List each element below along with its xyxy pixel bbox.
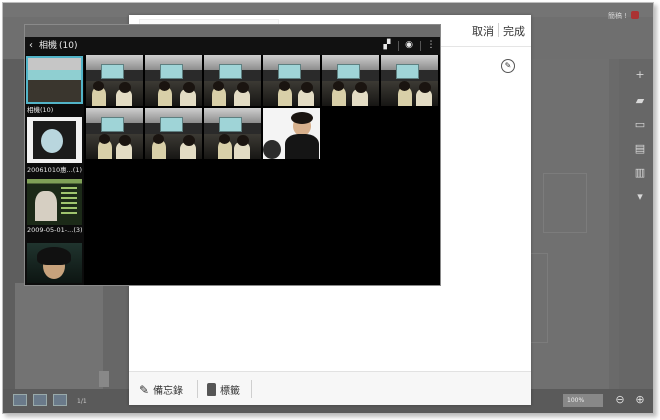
album-title: 相機 xyxy=(39,41,58,51)
background-scroll-arrow[interactable] xyxy=(99,371,109,387)
camera-icon[interactable]: ◉ xyxy=(403,40,415,51)
pencil-icon: ✎ xyxy=(139,382,150,397)
page-indicator: 1/1 xyxy=(77,398,87,405)
footer-divider xyxy=(197,380,198,398)
album-thumbnail xyxy=(27,117,82,163)
background-doc-box xyxy=(528,253,548,343)
album-label: 2009-05-01-...(3) xyxy=(27,226,82,234)
background-doc-box xyxy=(543,173,587,233)
more-options-icon[interactable]: ⋮ xyxy=(425,40,437,51)
photo-thumbnail[interactable] xyxy=(86,108,143,159)
photo-thumbnail[interactable] xyxy=(145,55,202,106)
background-scrollbar[interactable] xyxy=(609,59,619,389)
comment-icon[interactable]: ▾ xyxy=(633,191,647,203)
album-thumbnail xyxy=(27,179,82,225)
album-count: (10) xyxy=(59,41,78,51)
zoom-out-icon[interactable]: ⊖ xyxy=(613,393,627,407)
footer-divider xyxy=(251,380,252,398)
slide-view-icon[interactable] xyxy=(53,394,67,406)
view-mode-icon[interactable] xyxy=(13,394,27,406)
gallery-action-bar: ‹ 相機 (10) ▞ ◉ ⋮ xyxy=(25,37,440,55)
header-divider xyxy=(498,23,499,37)
photo-thumbnail[interactable] xyxy=(204,108,261,159)
screenshot-frame: 簡稿 ! + ▰ ▭ ▤ ▥ ▾ 1/1 100% ⊖ ⊕ 取消 完成 ✎ ✎ … xyxy=(2,2,654,414)
photo-grid xyxy=(86,55,440,285)
window-close-icon[interactable] xyxy=(631,11,639,19)
memo-button[interactable]: ✎ 備忘錄 xyxy=(139,382,184,398)
note-icon[interactable]: ▰ xyxy=(633,95,647,107)
tag-icon xyxy=(207,383,216,396)
grid-view-icon[interactable] xyxy=(33,394,47,406)
photo-thumbnail[interactable] xyxy=(86,55,143,106)
photo-thumbnail[interactable] xyxy=(204,55,261,106)
album-list: 相機(10) 20061010惠...(1) 2009-05-01-...(3) xyxy=(25,55,84,285)
zoom-select[interactable]: 100% xyxy=(563,394,603,407)
gallery-window-chrome xyxy=(25,25,440,37)
album-item[interactable]: 20061010惠...(1) xyxy=(27,117,82,174)
bar-divider xyxy=(420,41,421,51)
background-user-label: 簡稿 ! xyxy=(607,12,627,20)
memo-button-label: 備忘錄 xyxy=(153,386,184,397)
photo-thumbnail[interactable] xyxy=(381,55,438,106)
zoom-in-icon[interactable]: ⊕ xyxy=(633,393,647,407)
photo-thumbnail[interactable] xyxy=(322,55,379,106)
album-thumbnail xyxy=(27,243,82,283)
photo-thumbnail[interactable] xyxy=(263,55,320,106)
done-button[interactable]: 完成 xyxy=(503,23,525,39)
tag-button[interactable]: 標籤 xyxy=(207,382,240,397)
cancel-button[interactable]: 取消 xyxy=(472,23,494,39)
photo-thumbnail[interactable] xyxy=(263,108,320,159)
album-label: 相機(10) xyxy=(27,106,54,114)
background-thumbnail-panel xyxy=(15,283,103,389)
pen-icon[interactable]: ✎ xyxy=(501,59,515,73)
add-icon[interactable]: + xyxy=(633,69,647,81)
album-item[interactable]: 相機(10) xyxy=(26,56,83,114)
memo-footer: ✎ 備忘錄 標籤 xyxy=(129,371,531,405)
image-icon[interactable]: ▭ xyxy=(633,119,647,131)
album-item[interactable] xyxy=(27,243,82,283)
tag-button-label: 標籤 xyxy=(220,386,240,397)
gallery-picker: ‹ 相機 (10) ▞ ◉ ⋮ 相機(10) 20061010惠...(1) 2… xyxy=(24,24,441,286)
photo-thumbnail[interactable] xyxy=(145,108,202,159)
right-toolbar: + ▰ ▭ ▤ ▥ ▾ xyxy=(625,59,653,259)
back-arrow-icon[interactable]: ‹ xyxy=(29,40,33,52)
album-item[interactable]: 2009-05-01-...(3) xyxy=(27,179,82,234)
album-thumbnail xyxy=(26,56,83,104)
table-icon[interactable]: ▤ xyxy=(633,143,647,155)
slideshow-icon[interactable]: ▞ xyxy=(381,40,393,51)
bar-divider xyxy=(398,41,399,51)
video-icon[interactable]: ▥ xyxy=(633,167,647,179)
album-label: 20061010惠...(1) xyxy=(27,166,82,174)
